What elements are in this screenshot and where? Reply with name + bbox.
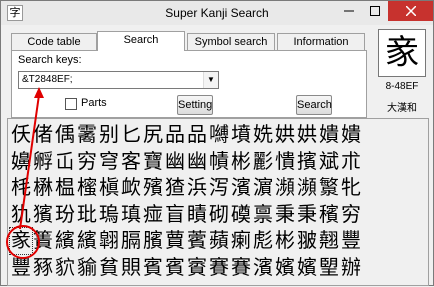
- annotation-arrow: [19, 87, 44, 230]
- tab-search[interactable]: Search: [97, 31, 185, 51]
- app-window: 字 Super Kanji Search Code table Search S…: [0, 0, 434, 286]
